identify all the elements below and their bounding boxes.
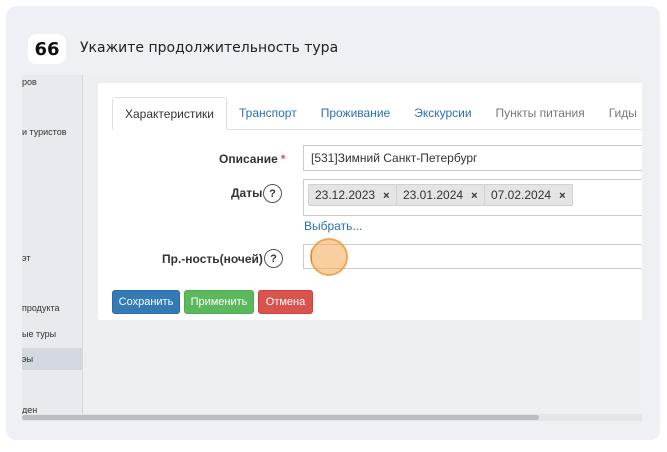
cancel-button[interactable]: Отмена bbox=[258, 290, 313, 314]
sidebar: ров и туристов эт продукта ые туры эы де… bbox=[22, 75, 83, 421]
description-input[interactable]: [531]Зимний Санкт-Петербург bbox=[303, 145, 642, 171]
sidebar-item[interactable]: продукта bbox=[22, 303, 60, 313]
app-screenshot: ров и туристов эт продукта ые туры эы де… bbox=[22, 75, 642, 421]
sidebar-item[interactable]: и туристов bbox=[22, 127, 67, 137]
step-title: Укажите продолжительность тура bbox=[80, 40, 339, 56]
tab-characteristics[interactable]: Характеристики bbox=[112, 97, 227, 130]
chip-remove-icon[interactable]: × bbox=[471, 190, 477, 202]
duration-nights-input[interactable] bbox=[303, 244, 642, 269]
tab-accommodation[interactable]: Проживание bbox=[309, 97, 403, 129]
required-marker: * bbox=[280, 152, 286, 166]
tab-food-points[interactable]: Пункты питания bbox=[484, 97, 597, 129]
duration-label: Пр.-ность(ночей) bbox=[162, 252, 263, 266]
tab-guides[interactable]: Гиды bbox=[597, 97, 642, 129]
duration-help-icon[interactable]: ? bbox=[264, 249, 283, 268]
dates-multiselect[interactable]: 23.12.2023 × 23.01.2024 × 07.02.2024 × bbox=[303, 179, 642, 216]
dates-label: Даты bbox=[231, 186, 263, 200]
tour-form-panel: Характеристики Транспорт Проживание Экск… bbox=[98, 83, 642, 320]
tab-transport[interactable]: Транспорт bbox=[227, 97, 309, 129]
sidebar-item[interactable]: ров bbox=[22, 77, 37, 87]
dates-help-icon[interactable]: ? bbox=[263, 184, 282, 203]
date-chip: 23.01.2024 × bbox=[396, 184, 485, 206]
tab-excursions[interactable]: Экскурсии bbox=[402, 97, 483, 129]
tab-bar: Характеристики Транспорт Проживание Экск… bbox=[112, 97, 642, 130]
step-number-badge: 66 bbox=[28, 34, 66, 64]
apply-button[interactable]: Применить bbox=[184, 290, 254, 314]
chip-remove-icon[interactable]: × bbox=[383, 190, 389, 202]
select-dates-link[interactable]: Выбрать... bbox=[304, 219, 362, 233]
sidebar-item[interactable]: эт bbox=[22, 253, 31, 263]
save-button[interactable]: Сохранить bbox=[112, 290, 180, 314]
sidebar-item[interactable]: ые туры bbox=[22, 329, 56, 339]
date-chip: 07.02.2024 × bbox=[484, 184, 573, 206]
sidebar-item-active[interactable]: эы bbox=[22, 348, 83, 370]
date-chip: 23.12.2023 × bbox=[308, 184, 397, 206]
horizontal-scrollbar-thumb[interactable] bbox=[22, 415, 539, 420]
click-highlight-indicator bbox=[310, 238, 348, 276]
description-label: Описание * bbox=[219, 152, 286, 166]
chip-remove-icon[interactable]: × bbox=[559, 190, 565, 202]
